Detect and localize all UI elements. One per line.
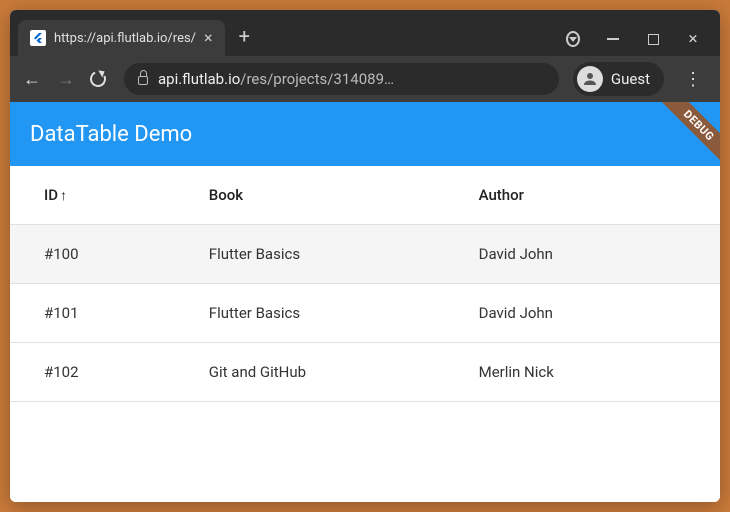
new-tab-button[interactable]: + <box>225 16 264 56</box>
sort-ascending-icon: ↑ <box>60 188 67 204</box>
maximize-button[interactable] <box>646 32 660 46</box>
page-title: DataTable Demo <box>30 122 192 147</box>
cell-book: Git and GitHub <box>209 343 479 402</box>
table-row[interactable]: #100 Flutter Basics David John <box>10 225 720 284</box>
address-bar: ← → api.flutlab.io/res/projects/314089… … <box>10 56 720 102</box>
cell-book: Flutter Basics <box>209 284 479 343</box>
table-row[interactable]: #101 Flutter Basics David John <box>10 284 720 343</box>
titlebar: https://api.flutlab.io/res/ × + × <box>10 10 720 56</box>
flutter-favicon <box>30 30 46 46</box>
lock-icon <box>138 76 148 85</box>
cell-id: #101 <box>10 284 209 343</box>
cell-id: #102 <box>10 343 209 402</box>
close-tab-icon[interactable]: × <box>204 30 213 46</box>
table-header-row: ID↑ Book Author <box>10 166 720 225</box>
forward-button[interactable]: → <box>56 69 76 90</box>
app-bar: DataTable Demo DEBUG <box>10 102 720 166</box>
cell-author: David John <box>479 225 720 284</box>
column-header-author[interactable]: Author <box>479 166 720 225</box>
reload-button[interactable] <box>90 71 110 87</box>
browser-tab[interactable]: https://api.flutlab.io/res/ × <box>18 20 225 56</box>
window-controls: × <box>566 32 720 56</box>
tab-title: https://api.flutlab.io/res/ <box>54 31 196 46</box>
minimize-button[interactable] <box>606 32 620 46</box>
app-content: DataTable Demo DEBUG ID↑ Book Author #10… <box>10 102 720 502</box>
url-text: api.flutlab.io/res/projects/314089… <box>158 70 394 88</box>
cell-book: Flutter Basics <box>209 225 479 284</box>
cell-id: #100 <box>10 225 209 284</box>
table-row[interactable]: #102 Git and GitHub Merlin Nick <box>10 343 720 402</box>
column-header-book[interactable]: Book <box>209 166 479 225</box>
cell-author: David John <box>479 284 720 343</box>
profile-button[interactable]: Guest <box>573 62 664 96</box>
profile-label: Guest <box>611 70 650 88</box>
menu-button[interactable]: ⋮ <box>678 69 708 90</box>
close-window-button[interactable]: × <box>686 32 700 46</box>
browser-window: https://api.flutlab.io/res/ × + × ← → ap… <box>10 10 720 502</box>
back-button[interactable]: ← <box>22 69 42 90</box>
url-input[interactable]: api.flutlab.io/res/projects/314089… <box>124 63 559 95</box>
incognito-indicator-icon[interactable] <box>566 32 580 46</box>
data-table: ID↑ Book Author #100 Flutter Basics Davi… <box>10 166 720 402</box>
column-header-id[interactable]: ID↑ <box>10 166 209 225</box>
cell-author: Merlin Nick <box>479 343 720 402</box>
avatar-icon <box>577 66 603 92</box>
